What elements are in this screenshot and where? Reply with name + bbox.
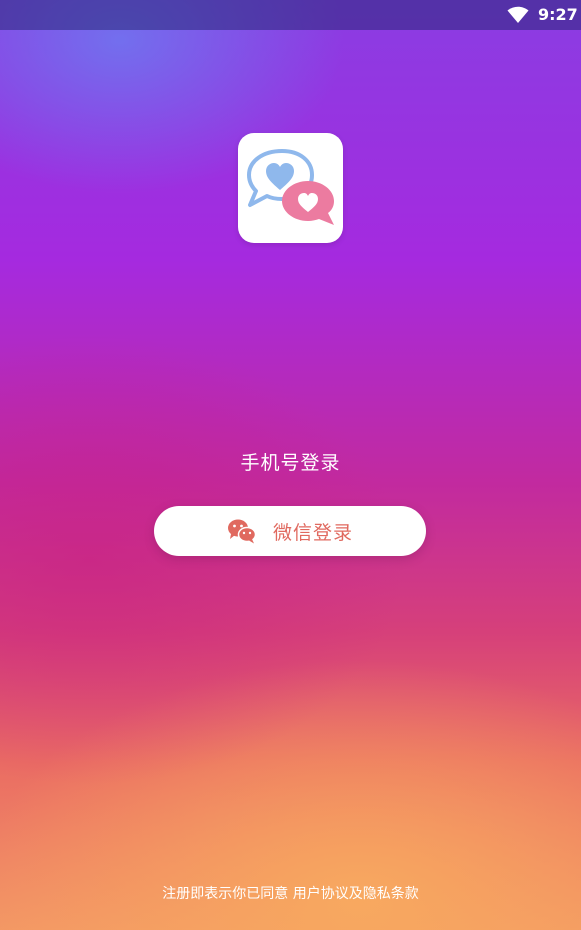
wechat-icon [227,519,257,544]
agreement-text: 注册即表示你已同意 用户协议及隐私条款 [0,883,581,903]
terms-link[interactable]: 用户协议及隐私条款 [293,886,419,902]
chat-hearts-icon [247,149,334,225]
wifi-icon [507,6,529,23]
agreement-prefix: 注册即表示你已同意 [162,886,289,902]
wechat-login-label: 微信登录 [272,521,353,544]
phone-login-link[interactable]: 手机号登录 [0,448,581,475]
wechat-login-button[interactable]: 微信登录 [154,506,426,556]
status-time: 9:27 [538,5,578,24]
app-logo [238,133,343,243]
status-bar: 9:27 [0,0,581,30]
